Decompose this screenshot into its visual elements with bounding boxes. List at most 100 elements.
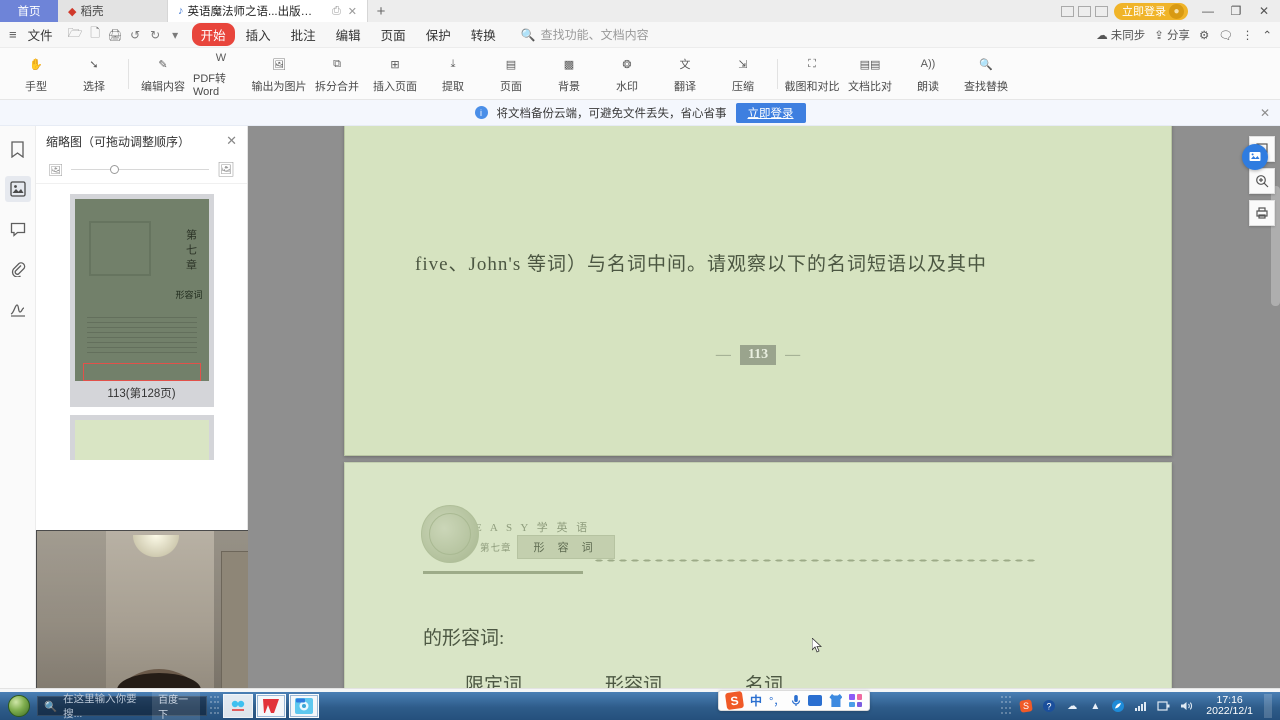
ime-floating-toolbar[interactable]: S 中 °， (718, 690, 871, 711)
taskbar-search-box[interactable]: 🔍 在这里输入你要搜... 百度一下 (37, 690, 207, 720)
maximize-button[interactable]: ❐ (1222, 0, 1250, 22)
thumbnail-panel-close-icon[interactable]: ✕ (226, 133, 237, 149)
taskbar-app-wps[interactable] (256, 694, 286, 718)
print-icon[interactable] (1249, 200, 1275, 226)
thumbnail-zoom-track[interactable] (71, 165, 210, 174)
file-menu-button[interactable]: 文件 (22, 25, 59, 44)
save-icon[interactable]: 🗋 (88, 26, 103, 42)
notification-close-icon[interactable]: ✕ (1260, 106, 1270, 120)
thumbnail-item[interactable]: 第七章 形容词 113(第128页) (69, 194, 214, 407)
ime-mode-label[interactable]: 中 (750, 692, 762, 709)
sidebar-item-comment[interactable] (5, 216, 31, 242)
open-icon[interactable]: 🗁 (68, 26, 83, 42)
tab-edit[interactable]: 编辑 (327, 23, 370, 46)
ribbon-extract[interactable]: ⤓ 提取 (425, 50, 481, 98)
ribbon-split-merge[interactable]: ⧉ 拆分合并 (309, 50, 365, 98)
ribbon-screenshot-compare[interactable]: ⛶ 截图和对比 (784, 50, 840, 98)
ribbon-edit-content[interactable]: ✎ 编辑内容 (135, 50, 191, 98)
toolbox-icon[interactable] (849, 694, 863, 707)
export-image-float-button[interactable] (1242, 144, 1268, 170)
thumbnail-zoom-knob[interactable] (109, 165, 119, 174)
tab-start[interactable]: 开始 (191, 23, 235, 46)
sogou-tray-icon[interactable]: S (1018, 698, 1034, 714)
notification-login-button[interactable]: 立即登录 (735, 102, 806, 123)
keyboard-icon[interactable] (808, 695, 823, 706)
tab-home[interactable]: 首页 (0, 0, 58, 22)
image-large-icon[interactable]: 🖼 (217, 161, 235, 178)
print-icon[interactable]: 🖨 (108, 27, 123, 42)
search-input[interactable]: 🔍 查找功能、文档内容 (521, 26, 649, 43)
ribbon-watermark[interactable]: ❂ 水印 (599, 50, 655, 98)
taskbar-handle[interactable] (210, 696, 220, 716)
ribbon-read-aloud[interactable]: A)) 朗读 (900, 50, 956, 98)
cloud-tray-icon[interactable]: ☁ (1064, 698, 1080, 714)
ribbon-translate[interactable]: 文 翻译 (657, 50, 713, 98)
minimize-button[interactable]: — (1194, 0, 1222, 22)
sidebar-item-bookmark[interactable] (5, 136, 31, 162)
tab-docer[interactable]: ◆ 稻壳 (58, 0, 168, 22)
tab-close-icon[interactable]: ✕ (348, 5, 357, 18)
ribbon-page[interactable]: ▤ 页面 (483, 50, 539, 98)
volume-icon[interactable] (1179, 698, 1195, 714)
taskbar-clock[interactable]: 17:16 2022/12/1 (1202, 695, 1253, 717)
ribbon-pdf-to-word[interactable]: W PDF转Word (193, 50, 249, 98)
signal-icon[interactable] (1133, 698, 1149, 714)
taskbar-app-baidu-netdisk[interactable] (223, 694, 253, 718)
sidebar-item-signature[interactable] (5, 296, 31, 322)
sogou-logo-icon[interactable]: S (724, 690, 745, 711)
close-button[interactable]: ✕ (1250, 0, 1278, 22)
tab-pin-icon[interactable]: ⎙ (332, 5, 341, 18)
ime-punctuation-toggle[interactable]: °， (769, 693, 784, 709)
ribbon-hand-tool[interactable]: ✋ 手型 (8, 50, 64, 98)
ribbon-export-image[interactable]: 🖼 输出为图片 (251, 50, 307, 98)
battery-icon[interactable] (1156, 698, 1172, 714)
tab-insert[interactable]: 插入 (237, 23, 280, 46)
tab-comment[interactable]: 批注 (282, 23, 325, 46)
undo-icon[interactable]: ↺ (128, 27, 143, 42)
show-hidden-icons[interactable]: ▲ (1087, 698, 1103, 714)
new-tab-button[interactable]: + (368, 0, 394, 22)
ribbon-find-replace[interactable]: 🔍 查找替换 (958, 50, 1014, 98)
login-button[interactable]: 立即登录 ● (1114, 2, 1188, 20)
hamburger-menu-icon[interactable]: ≡ (6, 27, 20, 42)
tab-convert[interactable]: 转换 (462, 23, 505, 46)
ribbon-select-tool[interactable]: ➘ 选择 (66, 50, 122, 98)
gear-icon[interactable]: ⚙ (1199, 28, 1209, 42)
redo-icon[interactable]: ↻ (148, 27, 163, 42)
more-icon[interactable]: ⋮ (1242, 28, 1254, 42)
customize-icon[interactable]: ▾ (168, 27, 183, 42)
document-scroll-container[interactable]: five、John's 等词）与名词中间。请观察以下的名词短语以及其中 — 11… (248, 126, 1280, 688)
start-button[interactable] (4, 694, 34, 718)
document-viewer[interactable]: five、John's 等词）与名词中间。请观察以下的名词短语以及其中 — 11… (248, 126, 1280, 688)
share-button[interactable]: ⇪ 分享 (1154, 27, 1190, 43)
ribbon-document-compare[interactable]: ▤▤ 文档比对 (842, 50, 898, 98)
layout-icon-2[interactable] (1078, 5, 1091, 17)
network-browser-icon[interactable] (1110, 698, 1126, 714)
ribbon-background[interactable]: ▩ 背景 (541, 50, 597, 98)
feedback-icon[interactable]: 🗨 (1218, 28, 1233, 42)
taskbar-search-button[interactable]: 百度一下 (152, 690, 200, 720)
tab-pdf-document[interactable]: ♪ 英语魔法师之语...出版社.pdf ⎙ ✕ (168, 0, 368, 22)
layout-icon-3[interactable] (1095, 5, 1108, 17)
sidebar-item-attachment[interactable] (5, 256, 31, 282)
thumbnail-item-next[interactable] (69, 415, 214, 460)
tab-page[interactable]: 页面 (372, 23, 415, 46)
image-small-icon[interactable]: 🖼 (48, 163, 63, 177)
skin-icon[interactable] (829, 694, 843, 707)
thumbnail-zoom-slider[interactable]: 🖼 🖼 (36, 156, 247, 184)
ribbon-compress[interactable]: ⇲ 压缩 (715, 50, 771, 98)
mic-icon[interactable] (791, 694, 801, 707)
help-tray-icon[interactable]: ? (1041, 698, 1057, 714)
zoom-in-icon[interactable] (1249, 168, 1275, 194)
show-desktop-button[interactable] (1264, 694, 1272, 718)
tab-bar-right-controls: 立即登录 ● — ❐ ✕ (1061, 0, 1280, 22)
thumbnail-image[interactable]: 第七章 形容词 (69, 194, 214, 381)
sync-status-button[interactable]: ☁ 未同步 (1096, 27, 1145, 43)
collapse-ribbon-icon[interactable]: ⌃ (1262, 28, 1272, 42)
sidebar-item-thumbnail[interactable] (4, 176, 31, 202)
layout-icon-1[interactable] (1061, 5, 1074, 17)
ribbon-insert-page[interactable]: ⊞ 插入页面 (367, 50, 423, 98)
tab-protect[interactable]: 保护 (417, 23, 460, 46)
taskbar-app-live-streaming[interactable] (289, 694, 319, 718)
tray-handle[interactable] (1001, 696, 1011, 716)
